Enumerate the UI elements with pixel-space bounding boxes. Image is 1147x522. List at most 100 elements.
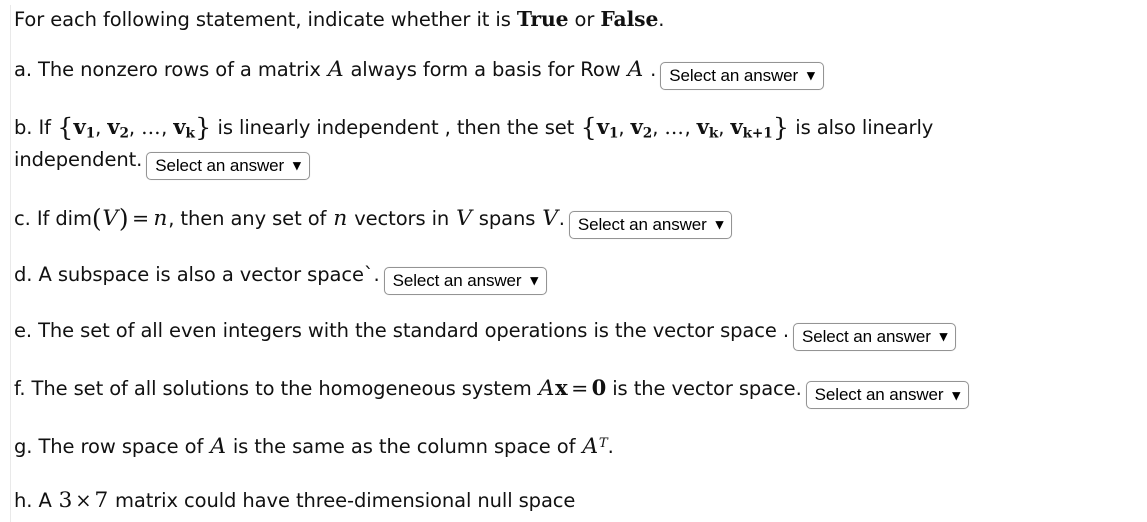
instructions-line: For each following statement, indicate w… [14,5,1147,34]
question-b-text-2: is linearly independent , then the set [211,116,581,140]
matrix-A-transpose: AT [581,434,607,460]
vector-v-2-subscript: 2 [119,125,129,142]
question-d-text-1: A subspace is also a vector space`. [32,262,380,286]
matrix-rows-3: 3 [58,488,73,514]
question-e-text-1: The set of all even integers with the st… [32,318,789,342]
question-f: f. The set of all solutions to the homog… [14,373,1147,410]
question-g-text-1: The row space of [32,435,210,459]
answer-select-f-label: Select an answer [814,385,944,405]
question-c-marker: c. [14,206,31,230]
question-c-text-4: spans [472,206,542,230]
vector-v-1b: v [596,114,610,140]
multiplication-sign: × [75,489,92,513]
left-brace-1: { [57,111,74,142]
matrix-cols-7: 7 [94,488,109,514]
question-c-text-5: . [558,206,565,230]
question-g-text-2: is the same as the column space of [226,435,582,459]
chevron-down-icon: ▾ [939,328,948,346]
question-b-text-1: If [32,116,58,140]
question-e-marker: e. [14,318,32,342]
question-f-equation: Ax = 0 [538,375,607,402]
answer-select-d-label: Select an answer [392,270,522,290]
equals-sign-c: = [131,205,150,230]
question-a-text-1: The nonzero rows of a matrix [31,57,327,81]
question-b-marker: b. [14,116,33,140]
comma-7: , [718,116,725,140]
question-h-text-2: matrix could have three-dimensional null… [108,489,576,513]
vector-v-k-plus-1: v [730,114,743,140]
vector-v-1b-subscript: 1 [609,125,619,142]
vector-v-k: v [173,114,186,140]
answer-select-a[interactable]: Select an answer ▾ [660,61,824,90]
vector-v-k-subscript: k [185,125,195,142]
answer-select-c-label: Select an answer [577,214,707,234]
dimension-n: n [153,205,168,231]
question-c-text-1: If dim [30,206,92,230]
answer-select-e[interactable]: Select an answer ▾ [792,323,957,352]
matrix-dimensions: 3 × 7 [58,488,109,514]
question-b-set-1: {v1, v2, …, vk} [57,112,211,142]
comma-5: , [652,116,659,140]
question-g-text-3: . [607,435,614,459]
dimension-n-2: n [333,205,348,231]
chevron-down-icon: ▾ [715,216,724,234]
question-a: a. The nonzero rows of a matrix A always… [14,54,1147,90]
vector-v-2: v [107,114,120,140]
chevron-down-icon: ▾ [530,272,538,290]
vector-v-1-subscript: 1 [85,125,96,142]
question-a-matrix-A-1: A [327,56,344,82]
answer-select-b[interactable]: Select an answer ▾ [146,151,310,180]
vector-v-2b-subscript: 2 [642,125,653,142]
quiz-page: For each following statement, indicate w… [0,5,1147,522]
answer-select-d[interactable]: Select an answer ▾ [383,266,547,295]
true-label: True [516,7,569,31]
vector-space-V-3: V [542,205,558,231]
question-b-text-3: is also linearly [789,116,934,140]
ellipsis-1: … [141,116,162,140]
comma-3: , [161,116,168,140]
right-brace-1: } [195,111,212,142]
left-gutter-rule [10,5,11,522]
question-a-marker: a. [14,57,32,81]
question-d-marker: d. [14,262,33,286]
question-a-text-3: . [644,57,657,81]
zero-vector-f: 0 [591,375,607,401]
instructions-period: . [658,8,665,31]
answer-select-e-label: Select an answer [801,327,931,347]
comma-1: , [95,116,102,140]
matrix-A-g-2: A [582,434,599,460]
question-f-text-1: The set of all solutions to the homogene… [25,377,538,401]
question-h-text-1: A [32,489,58,513]
vector-v-k-plus-1-subscript: k+1 [742,125,773,142]
vector-x-f: x [555,375,568,401]
false-label: False [600,7,659,31]
question-g-marker: g. [14,435,33,459]
vector-v-kb-subscript: k [708,125,719,142]
question-g: g. The row space of A is the same as the… [14,431,1147,462]
matrix-A-f: A [538,376,555,402]
answer-select-c[interactable]: Select an answer ▾ [568,210,733,239]
chevron-down-icon: ▾ [952,386,960,404]
question-c-text-2: , then any set of [168,206,333,230]
ellipsis-2: … [664,116,685,140]
question-c-dim-expression: (V) = n [92,203,168,233]
instructions-prefix: For each following statement, indicate w… [14,8,517,31]
question-h-marker: h. [14,489,33,513]
question-b-set-2: {v1, v2, …, vk, vk+1} [580,112,789,142]
right-paren: ) [118,203,129,233]
comma-4: , [618,116,625,140]
question-c-text-3: vectors in [348,206,456,230]
question-f-marker: f. [14,377,26,401]
right-brace-2: } [772,111,789,142]
left-brace-2: { [580,111,597,142]
question-e: e. The set of all even integers with the… [14,317,1147,352]
equals-sign-f: = [571,376,589,401]
question-d: d. A subspace is also a vector space`. Se… [14,261,1147,295]
question-f-text-2: is the vector space. [606,377,802,401]
question-a-matrix-A-2: A [627,56,644,82]
question-a-text-2: always form a basis for Row [344,57,627,81]
vector-v-1: v [73,114,86,140]
answer-select-f[interactable]: Select an answer ▾ [805,381,969,410]
answer-select-b-label: Select an answer [155,155,285,175]
vector-v-2b: v [630,114,643,140]
